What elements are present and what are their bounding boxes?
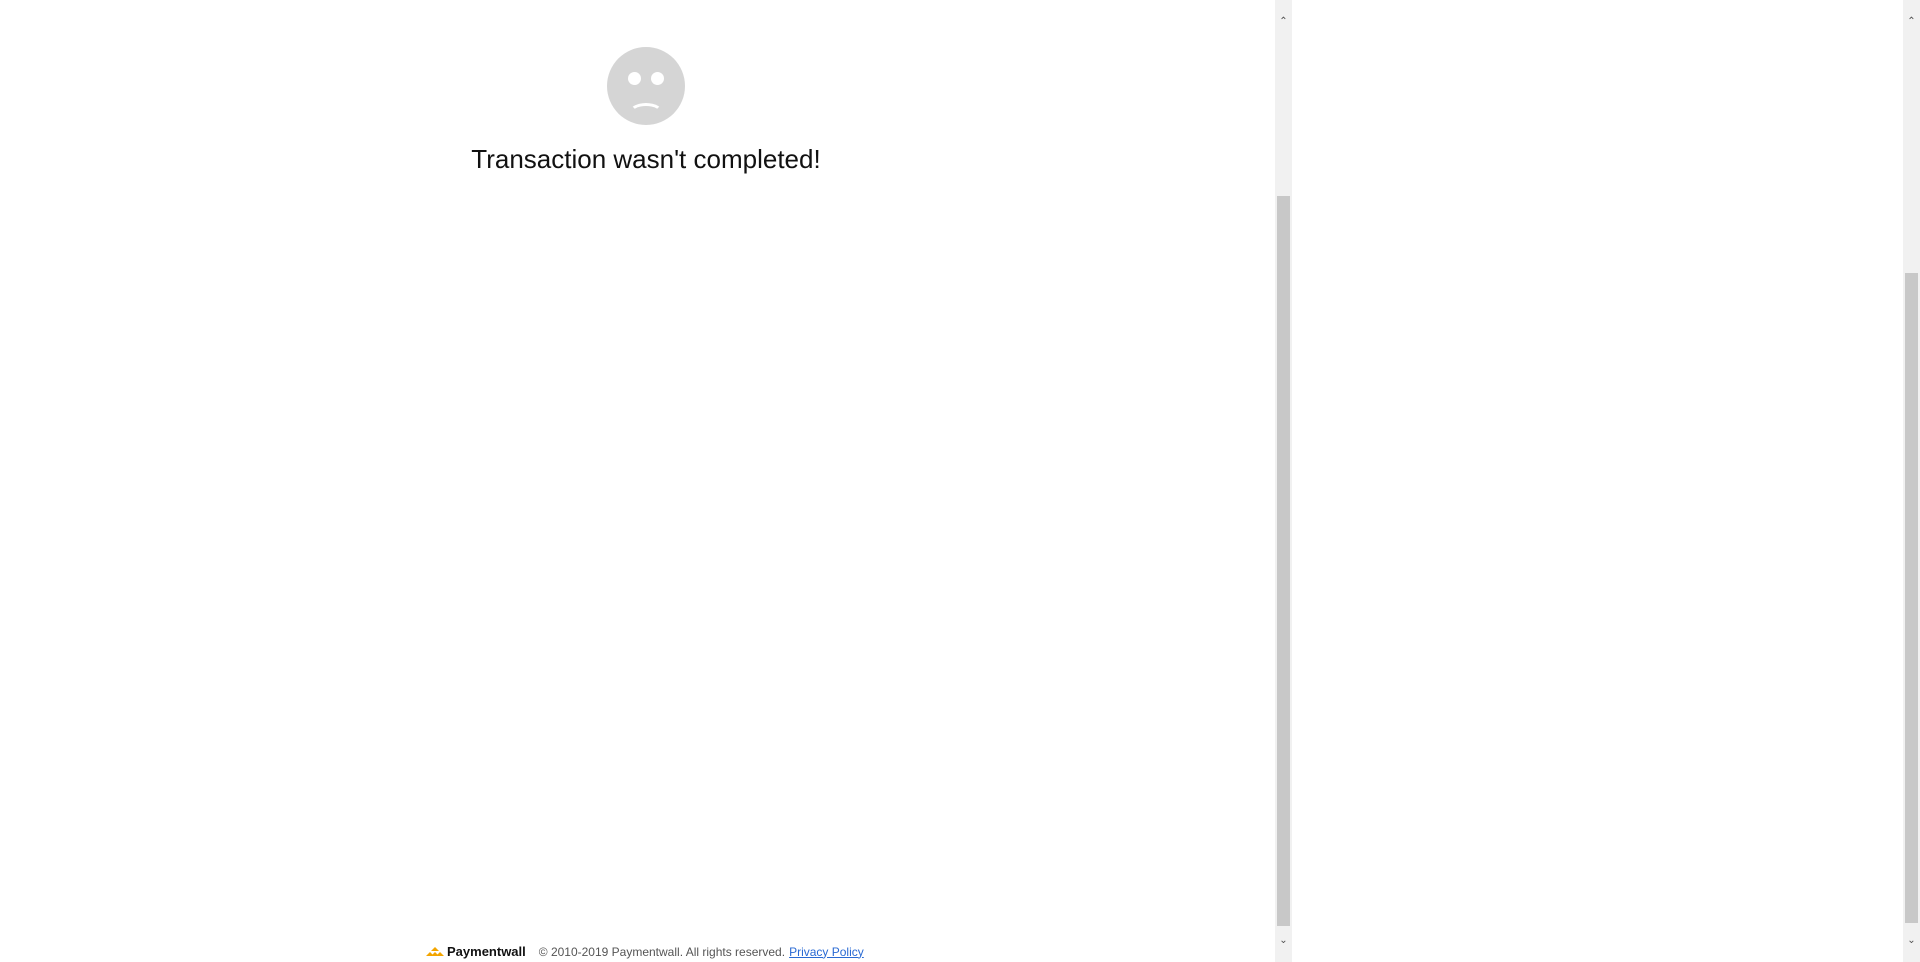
scrollbar-thumb[interactable] (1277, 196, 1290, 926)
right-eye (651, 72, 664, 85)
left-eye (628, 72, 641, 85)
error-message-block: Transaction wasn't completed! (0, 47, 1292, 175)
inner-scrollbar[interactable]: ⌃ ⌄ (1275, 0, 1292, 962)
scroll-down-arrow-icon[interactable]: ⌄ (1903, 932, 1920, 949)
scrollbar-thumb[interactable] (1905, 273, 1918, 923)
paymentwall-logo-icon (426, 946, 444, 956)
brand: Paymentwall (426, 944, 526, 959)
brand-name: Paymentwall (447, 944, 526, 959)
scroll-up-arrow-icon[interactable]: ⌃ (1275, 13, 1292, 30)
page-scrollbar[interactable]: ⌃ ⌄ (1903, 0, 1920, 962)
footer: Paymentwall © 2010-2019 Paymentwall. All… (426, 944, 864, 959)
frown-mouth (629, 103, 663, 123)
scroll-up-arrow-icon[interactable]: ⌃ (1903, 13, 1920, 30)
scroll-down-arrow-icon[interactable]: ⌄ (1275, 932, 1292, 949)
page: Transaction wasn't completed! Paymentwal… (0, 0, 1920, 962)
copyright-text: © 2010-2019 Paymentwall. All rights rese… (538, 944, 786, 959)
sad-face-icon (607, 47, 685, 125)
payment-iframe: Transaction wasn't completed! Paymentwal… (0, 0, 1275, 962)
error-title: Transaction wasn't completed! (471, 144, 821, 174)
privacy-policy-link[interactable]: Privacy Policy (789, 945, 864, 959)
